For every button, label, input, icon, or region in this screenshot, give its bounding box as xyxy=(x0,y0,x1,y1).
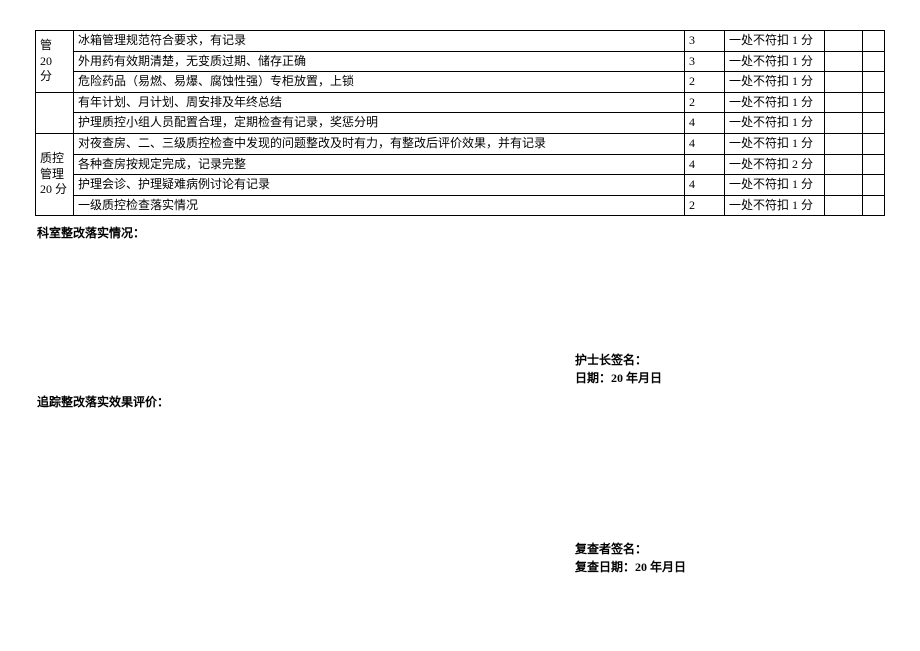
deduct-cell: 一处不符扣 1 分 xyxy=(725,72,825,93)
blank-cell xyxy=(825,154,863,175)
blank-cell xyxy=(825,92,863,113)
deduct-cell: 一处不符扣 1 分 xyxy=(725,133,825,154)
category-cell-guan: 管 20 分 xyxy=(36,31,74,93)
date-label-1: 日期：20 年月日 xyxy=(575,369,885,387)
desc-cell: 护理会诊、护理疑难病例讨论有记录 xyxy=(74,175,685,196)
blank-cell xyxy=(863,154,885,175)
deduct-cell: 一处不符扣 1 分 xyxy=(725,175,825,196)
category-cell-empty xyxy=(36,92,74,133)
blank-cell xyxy=(863,92,885,113)
desc-cell: 各种查房按规定完成，记录完整 xyxy=(74,154,685,175)
blank-cell xyxy=(863,133,885,154)
blank-cell xyxy=(825,31,863,52)
blank-cell xyxy=(825,72,863,93)
blank-cell xyxy=(863,113,885,134)
score-cell: 2 xyxy=(685,72,725,93)
deduct-cell: 一处不符扣 1 分 xyxy=(725,113,825,134)
blank-cell xyxy=(863,72,885,93)
reviewer-signature-label: 复查者签名： xyxy=(575,540,885,558)
blank-cell xyxy=(863,31,885,52)
dept-rectification-label: 科室整改落实情况： xyxy=(37,224,885,241)
blank-cell xyxy=(863,175,885,196)
category-cell-qc: 质控 管理 20 分 xyxy=(36,133,74,215)
blank-cell xyxy=(863,195,885,216)
score-cell: 4 xyxy=(685,113,725,134)
desc-cell: 外用药有效期清楚，无变质过期、储存正确 xyxy=(74,51,685,72)
blank-cell xyxy=(825,51,863,72)
score-cell: 2 xyxy=(685,92,725,113)
desc-cell: 冰箱管理规范符合要求，有记录 xyxy=(74,31,685,52)
date-label-2: 复查日期：20 年月日 xyxy=(575,558,885,576)
signature-block-1: 护士长签名： 日期：20 年月日 xyxy=(35,351,885,387)
blank-cell xyxy=(825,175,863,196)
score-cell: 3 xyxy=(685,31,725,52)
tracking-evaluation-label: 追踪整改落实效果评价： xyxy=(37,393,885,410)
table-row: 质控 管理 20 分 对夜查房、二、三级质控检查中发现的问题整改及时有力，有整改… xyxy=(36,133,885,154)
table-row: 管 20 分 冰箱管理规范符合要求，有记录 3 一处不符扣 1 分 xyxy=(36,31,885,52)
assessment-table: 管 20 分 冰箱管理规范符合要求，有记录 3 一处不符扣 1 分 外用药有效期… xyxy=(35,30,885,216)
blank-cell xyxy=(825,113,863,134)
deduct-cell: 一处不符扣 1 分 xyxy=(725,195,825,216)
score-cell: 4 xyxy=(685,133,725,154)
blank-cell xyxy=(825,133,863,154)
nurse-signature-label: 护士长签名： xyxy=(575,351,885,369)
table-row: 有年计划、月计划、周安排及年终总结 2 一处不符扣 1 分 xyxy=(36,92,885,113)
deduct-cell: 一处不符扣 1 分 xyxy=(725,31,825,52)
signature-block-2: 复查者签名： 复查日期：20 年月日 xyxy=(35,540,885,576)
table-row: 外用药有效期清楚，无变质过期、储存正确 3 一处不符扣 1 分 xyxy=(36,51,885,72)
table-row: 各种查房按规定完成，记录完整 4 一处不符扣 2 分 xyxy=(36,154,885,175)
score-cell: 3 xyxy=(685,51,725,72)
blank-cell xyxy=(825,195,863,216)
score-cell: 4 xyxy=(685,154,725,175)
table-row: 护理会诊、护理疑难病例讨论有记录 4 一处不符扣 1 分 xyxy=(36,175,885,196)
desc-cell: 对夜查房、二、三级质控检查中发现的问题整改及时有力，有整改后评价效果，并有记录 xyxy=(74,133,685,154)
desc-cell: 危险药品（易燃、易爆、腐蚀性强）专柜放置，上锁 xyxy=(74,72,685,93)
desc-cell: 护理质控小组人员配置合理，定期检查有记录，奖惩分明 xyxy=(74,113,685,134)
table-row: 一级质控检查落实情况 2 一处不符扣 1 分 xyxy=(36,195,885,216)
desc-cell: 有年计划、月计划、周安排及年终总结 xyxy=(74,92,685,113)
score-cell: 2 xyxy=(685,195,725,216)
deduct-cell: 一处不符扣 1 分 xyxy=(725,51,825,72)
deduct-cell: 一处不符扣 1 分 xyxy=(725,92,825,113)
table-row: 危险药品（易燃、易爆、腐蚀性强）专柜放置，上锁 2 一处不符扣 1 分 xyxy=(36,72,885,93)
score-cell: 4 xyxy=(685,175,725,196)
desc-cell: 一级质控检查落实情况 xyxy=(74,195,685,216)
blank-cell xyxy=(863,51,885,72)
deduct-cell: 一处不符扣 2 分 xyxy=(725,154,825,175)
table-row: 护理质控小组人员配置合理，定期检查有记录，奖惩分明 4 一处不符扣 1 分 xyxy=(36,113,885,134)
